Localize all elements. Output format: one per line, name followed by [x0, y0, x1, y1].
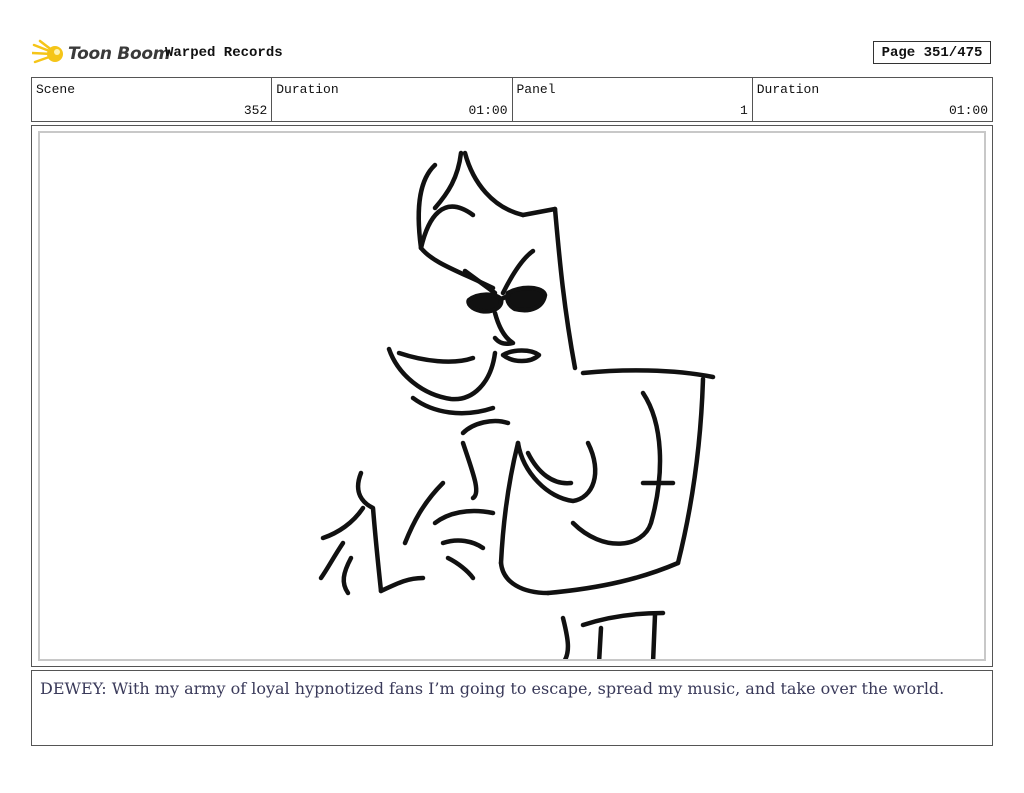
panel-duration-cell: Duration 01:00: [753, 78, 992, 121]
panel-duration-label: Duration: [756, 82, 820, 97]
scene-label: Scene: [36, 82, 76, 97]
panel-label: Panel: [516, 82, 556, 97]
toon-boom-burst-icon: [32, 39, 63, 64]
panel-value: 1: [739, 103, 748, 118]
toon-boom-logo: Toon Boom: [32, 38, 170, 70]
logo-text: Toon Boom: [68, 44, 171, 64]
dialogue-text: DEWEY: With my army of loyal hypnotized …: [40, 679, 945, 698]
dialogue-box: DEWEY: With my army of loyal hypnotized …: [31, 670, 993, 746]
scene-duration-cell: Duration 01:00: [272, 78, 513, 121]
panel-duration-value: 01:00: [948, 103, 988, 118]
panel-cell: Panel 1: [513, 78, 753, 121]
scene-value: 352: [243, 103, 268, 118]
page-number: Page 351/475: [873, 41, 991, 64]
scene-duration-value: 01:00: [468, 103, 508, 118]
project-title: Warped Records: [165, 45, 283, 61]
scene-cell: Scene 352: [32, 78, 273, 121]
storyboard-panel: [31, 125, 993, 667]
info-row: Scene 352 Duration 01:00 Panel 1 Duratio…: [31, 77, 993, 122]
character-sketch: [318, 150, 716, 659]
panel-drawing-area: [38, 131, 986, 661]
scene-duration-label: Duration: [276, 82, 339, 97]
